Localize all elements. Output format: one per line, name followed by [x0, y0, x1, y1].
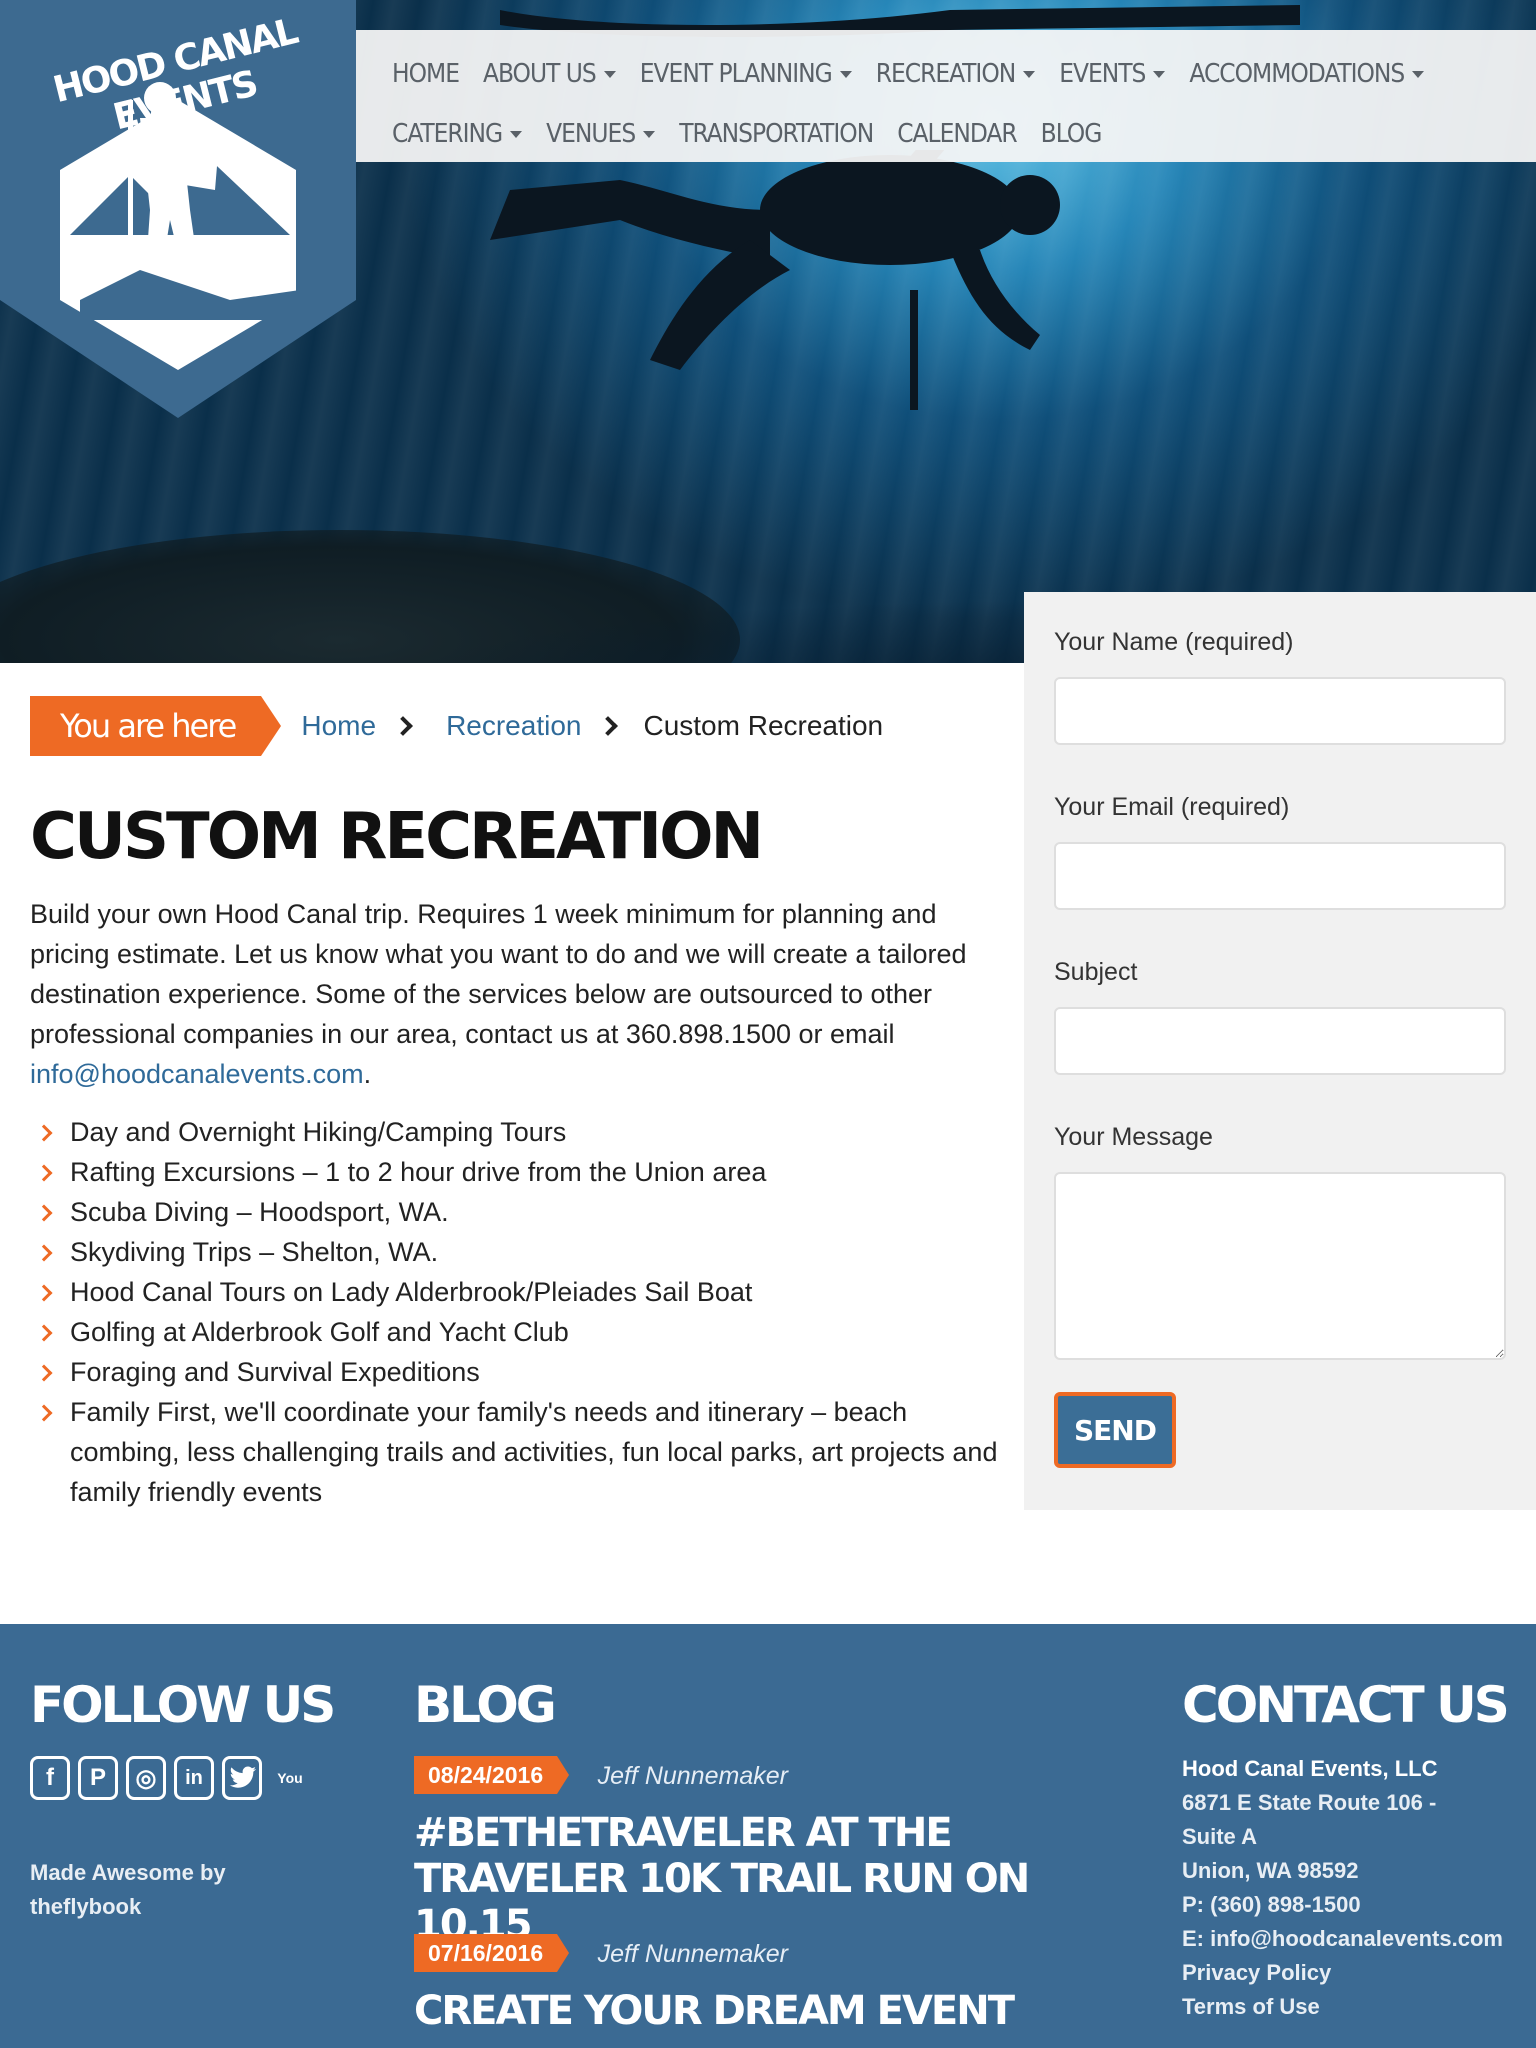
made-by-line: Made Awesome by — [30, 1860, 226, 1885]
caret-down-icon — [1153, 70, 1166, 78]
chevron-right-icon — [598, 716, 619, 736]
nav-label: VENUES — [546, 119, 636, 149]
breadcrumb-home-link[interactable]: Home — [301, 710, 376, 742]
nav-recreation[interactable]: RECREATION — [875, 59, 1036, 89]
site-footer: FOLLOW US f P ◎ in You Made Awesome by t… — [0, 1624, 1536, 2048]
post-title-link[interactable]: #BETHETRAVELER AT THE TRAVELER 10K TRAIL… — [414, 1810, 1154, 1948]
nav-label: BLOG — [1040, 119, 1103, 149]
nav-label: RECREATION — [875, 59, 1016, 89]
intro-paragraph: Build your own Hood Canal trip. Requires… — [30, 894, 1010, 1094]
phone-number: P: (360) 898-1500 — [1182, 1892, 1361, 1917]
nav-transportation[interactable]: TRANSPORTATION — [679, 119, 874, 149]
list-item: Day and Overnight Hiking/Camping Tours — [30, 1112, 1010, 1152]
email-link[interactable]: E: info@hoodcanalevents.com — [1182, 1922, 1522, 1956]
name-label: Your Name (required) — [1054, 628, 1294, 656]
send-button[interactable]: SEND — [1054, 1392, 1176, 1468]
caret-down-icon — [603, 70, 616, 78]
nav-events[interactable]: EVENTS — [1059, 59, 1166, 89]
pinterest-icon[interactable]: P — [78, 1756, 118, 1800]
list-item: Rafting Excursions – 1 to 2 hour drive f… — [30, 1152, 1010, 1192]
list-item: Foraging and Survival Expeditions — [30, 1352, 1010, 1392]
privacy-policy-link[interactable]: Privacy Policy — [1182, 1956, 1522, 1990]
breadcrumb-recreation-link[interactable]: Recreation — [446, 710, 581, 742]
list-item: Hood Canal Tours on Lady Alderbrook/Plei… — [30, 1272, 1010, 1312]
subject-label: Subject — [1054, 958, 1138, 986]
nav-blog[interactable]: BLOG — [1040, 119, 1103, 149]
address-line: Suite A — [1182, 1824, 1257, 1849]
nav-home[interactable]: HOME — [392, 59, 460, 89]
contact-form: Your Name (required) Your Email (require… — [1024, 592, 1536, 1510]
made-by-link[interactable]: theflybook — [30, 1890, 226, 1924]
linkedin-icon[interactable]: in — [174, 1756, 214, 1800]
nav-about-us[interactable]: ABOUT US — [483, 59, 616, 89]
message-field[interactable] — [1054, 1172, 1506, 1360]
intro-email-link[interactable]: info@hoodcanalevents.com — [30, 1059, 364, 1089]
caret-down-icon — [510, 130, 523, 138]
post-title-link[interactable]: CREATE YOUR DREAM EVENT — [414, 1988, 1154, 2034]
nav-catering[interactable]: CATERING — [392, 119, 523, 149]
nav-label: EVENT PLANNING — [639, 59, 833, 89]
address-city: Union, WA 98592 — [1182, 1858, 1359, 1883]
caret-down-icon — [643, 130, 656, 138]
nav-label: TRANSPORTATION — [679, 119, 874, 149]
message-label: Your Message — [1054, 1123, 1213, 1151]
list-item: Golfing at Alderbrook Golf and Yacht Clu… — [30, 1312, 1010, 1352]
nav-label: ACCOMMODATIONS — [1189, 59, 1405, 89]
instagram-icon[interactable]: ◎ — [126, 1756, 166, 1800]
post-date: 08/24/2016 — [414, 1756, 570, 1794]
post-date: 07/16/2016 — [414, 1934, 570, 1972]
you-are-here-badge: You are here — [30, 696, 282, 756]
made-by-credit: Made Awesome by theflybook — [30, 1856, 226, 1924]
company-name: Hood Canal Events, LLC — [1182, 1756, 1438, 1781]
caret-down-icon — [839, 70, 852, 78]
contact-us-heading: CONTACT US — [1182, 1676, 1510, 1734]
blog-heading: BLOG — [414, 1676, 557, 1734]
nav-row-1: HOME ABOUT US EVENT PLANNING RECREATION … — [392, 44, 1536, 104]
caret-down-icon — [1023, 70, 1036, 78]
nav-label: CALENDAR — [897, 119, 1017, 149]
post-author: Jeff Nunnemaker — [597, 1940, 788, 1968]
post-author: Jeff Nunnemaker — [597, 1762, 788, 1790]
list-item: Skydiving Trips – Shelton, WA. — [30, 1232, 1010, 1272]
main-navigation: HOME ABOUT US EVENT PLANNING RECREATION … — [356, 30, 1536, 162]
caret-down-icon — [1412, 70, 1425, 78]
nav-calendar[interactable]: CALENDAR — [897, 119, 1017, 149]
email-label: Your Email (required) — [1054, 793, 1290, 821]
contact-info: Hood Canal Events, LLC 6871 E State Rout… — [1182, 1752, 1522, 2024]
email-field[interactable] — [1054, 842, 1506, 910]
list-item: Family First, we'll coordinate your fami… — [30, 1392, 1010, 1512]
site-logo[interactable]: HOOD CANAL EVENTS — [0, 0, 356, 418]
blog-post: 08/24/2016 Jeff Nunnemaker #BETHETRAVELE… — [414, 1756, 1154, 1948]
diver-silhouette — [490, 150, 1060, 410]
nav-label: HOME — [392, 59, 460, 89]
address-line: 6871 E State Route 106 - — [1182, 1790, 1437, 1815]
chevron-right-icon — [393, 716, 413, 736]
breadcrumb-current: Custom Recreation — [643, 710, 884, 741]
twitter-icon[interactable] — [222, 1756, 262, 1800]
subject-field[interactable] — [1054, 1007, 1506, 1075]
breadcrumb: You are here Home Recreation Custom Recr… — [30, 696, 883, 756]
nav-row-2: CATERING VENUES TRANSPORTATION CALENDAR … — [392, 104, 1536, 164]
name-field[interactable] — [1054, 677, 1506, 745]
facebook-icon[interactable]: f — [30, 1756, 70, 1800]
intro-end: . — [363, 1059, 372, 1089]
follow-us-heading: FOLLOW US — [30, 1676, 336, 1734]
nav-label: EVENTS — [1059, 59, 1146, 89]
youtube-icon[interactable]: You — [270, 1756, 310, 1800]
services-list: Day and Overnight Hiking/Camping Tours R… — [30, 1112, 1010, 1512]
nav-label: ABOUT US — [482, 59, 597, 89]
page-title: CUSTOM RECREATION — [30, 800, 764, 874]
nav-event-planning[interactable]: EVENT PLANNING — [640, 59, 852, 89]
nav-label: CATERING — [392, 119, 503, 149]
terms-of-use-link[interactable]: Terms of Use — [1182, 1990, 1522, 2024]
list-item: Scuba Diving – Hoodsport, WA. — [30, 1192, 1010, 1232]
blog-post: 07/16/2016 Jeff Nunnemaker CREATE YOUR D… — [414, 1934, 1154, 2034]
nav-venues[interactable]: VENUES — [546, 119, 656, 149]
social-icons: f P ◎ in You — [30, 1756, 310, 1800]
intro-text: Build your own Hood Canal trip. Requires… — [30, 899, 967, 1049]
nav-accommodations[interactable]: ACCOMMODATIONS — [1189, 59, 1425, 89]
